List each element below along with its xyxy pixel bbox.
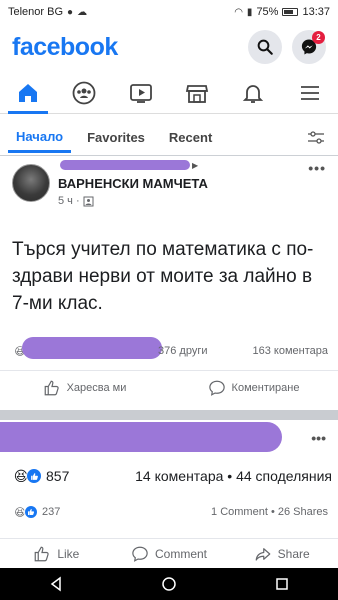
like-reaction-icon (26, 468, 42, 484)
search-button[interactable] (248, 30, 282, 64)
filter-icon (308, 130, 324, 144)
tab-recent[interactable]: Recent (161, 124, 220, 151)
facebook-logo[interactable]: facebook (12, 33, 118, 62)
group-name[interactable]: ВАРНЕНСКИ МАМЧЕТА (58, 176, 208, 191)
reaction-summary[interactable]: 😆 857 14 коментара • 44 споделяния (12, 467, 332, 485)
post-time[interactable]: 5 ч · (58, 195, 80, 207)
clock: 13:37 (302, 6, 330, 18)
nav-menu[interactable] (286, 72, 334, 114)
groups-icon (73, 81, 96, 104)
comment-icon (132, 546, 148, 562)
messenger-badge: 2 (312, 31, 325, 44)
avatar[interactable] (12, 164, 50, 202)
battery-percent: 75% (256, 6, 279, 18)
back-icon[interactable] (48, 576, 64, 592)
redaction-mark (0, 422, 282, 452)
share-label: Share (277, 546, 310, 561)
thumbs-up-icon (44, 380, 59, 395)
messenger-status-icon: ● (67, 6, 74, 18)
thumbs-up-icon (34, 546, 50, 561)
notifications-icon (243, 84, 264, 103)
status-bar: Telenor BG ● ☁ ◠ ▮ 75% 13:37 (0, 0, 338, 24)
nav-marketplace[interactable] (173, 72, 221, 114)
feed-tabs: Начало Favorites Recent (0, 120, 338, 156)
filter-button[interactable] (302, 124, 330, 152)
signal-icon: ▮ (246, 6, 253, 18)
like-button[interactable]: Харесва ми (0, 379, 169, 397)
group-privacy-icon (83, 196, 94, 206)
home-icon (19, 83, 38, 102)
nav-notifications[interactable] (229, 72, 277, 114)
post-card: ••• 😆 857 14 коментара • 44 споделяния 😆… (0, 420, 338, 568)
redaction-mark (60, 160, 190, 170)
search-icon (257, 39, 273, 55)
post-meta: 5 ч · (58, 195, 94, 207)
main-nav (0, 72, 338, 114)
nav-groups[interactable] (60, 72, 108, 114)
marketplace-icon (186, 84, 209, 103)
post-card: ▶ ВАРНЕНСКИ МАМЧЕТА 5 ч · ••• Търся учит… (0, 158, 338, 408)
share-icon (255, 547, 271, 561)
comment-button[interactable]: Коментиране (169, 379, 338, 397)
like-label: Like (57, 546, 80, 561)
comments-shares-count[interactable]: 14 коментара • 44 споделяния (135, 468, 332, 484)
post-options-icon[interactable]: ••• (311, 430, 326, 446)
reaction-count: 857 (46, 468, 70, 484)
carrier-label: Telenor BG (8, 6, 64, 18)
wifi-icon: ◠ (234, 6, 243, 18)
feed-separator (0, 410, 338, 420)
comment-label: Коментиране (231, 381, 300, 394)
nav-watch[interactable] (117, 72, 165, 114)
post-actions: Харесва ми Коментиране (0, 370, 338, 404)
system-nav-bar (0, 568, 338, 600)
reactions-others-count[interactable]: 376 други (158, 345, 207, 357)
messenger-button[interactable]: 2 (292, 30, 326, 64)
cloud-icon: ☁ (77, 6, 88, 18)
like-button[interactable]: Like (0, 545, 113, 563)
battery-icon (282, 8, 299, 16)
nav-home[interactable] (4, 72, 52, 114)
home-circle-icon[interactable] (161, 576, 177, 592)
arrow-right-icon: ▶ (192, 161, 199, 170)
comment-button[interactable]: Comment (113, 545, 226, 563)
watch-icon (129, 83, 152, 103)
post-options-icon[interactable]: ••• (308, 160, 326, 176)
reaction-summary[interactable]: 😆 237 1 Comment • 26 Shares (12, 504, 328, 520)
redaction-mark (22, 337, 162, 359)
like-label: Харесва ми (66, 381, 127, 394)
menu-icon (300, 85, 319, 100)
comment-icon (208, 380, 225, 396)
reaction-count: 237 (42, 506, 61, 518)
comments-count[interactable]: 163 коментара (253, 345, 329, 357)
comments-shares-count[interactable]: 1 Comment • 26 Shares (211, 506, 328, 518)
post-text: Търся учител по математика с по-здрави н… (12, 239, 314, 314)
app-bar: facebook 2 (0, 24, 338, 70)
share-button[interactable]: Share (225, 545, 338, 563)
post-actions: Like Comment Share (0, 538, 338, 568)
recents-icon[interactable] (274, 576, 290, 592)
tab-home[interactable]: Начало (8, 123, 72, 153)
tab-favorites[interactable]: Favorites (79, 124, 153, 151)
comment-label: Comment (155, 546, 208, 561)
like-reaction-icon (24, 505, 38, 519)
